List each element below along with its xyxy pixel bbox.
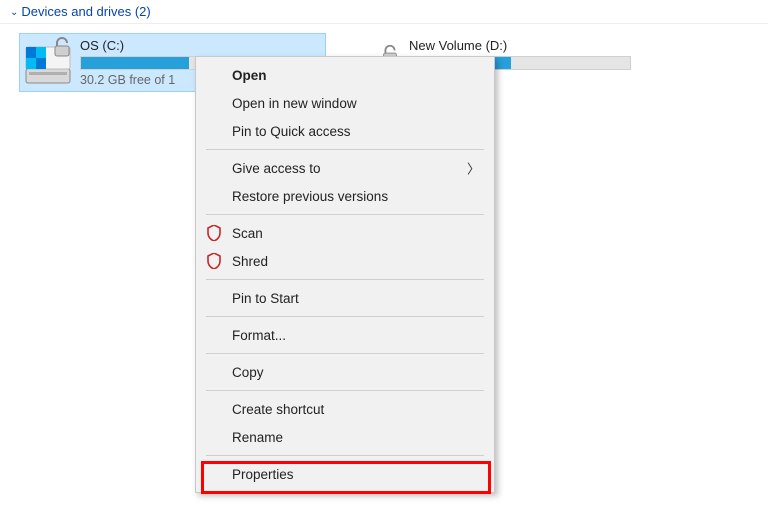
ctx-format[interactable]: Format... — [196, 321, 494, 349]
section-header[interactable]: ⌄ Devices and drives (2) — [0, 0, 768, 24]
drive-label: New Volume (D:) — [409, 38, 631, 53]
mcafee-shield-icon — [206, 225, 222, 241]
ctx-scan[interactable]: Scan — [196, 219, 494, 247]
lock-open-icon — [50, 35, 74, 59]
separator — [206, 353, 484, 354]
section-title: Devices and drives (2) — [21, 4, 150, 19]
context-menu: Open Open in new window Pin to Quick acc… — [195, 56, 495, 493]
ctx-give-access-to[interactable]: Give access to 〉 — [196, 154, 494, 182]
ctx-copy[interactable]: Copy — [196, 358, 494, 386]
ctx-open-new-window[interactable]: Open in new window — [196, 89, 494, 117]
ctx-properties[interactable]: Properties — [196, 460, 494, 488]
separator — [206, 455, 484, 456]
separator — [206, 316, 484, 317]
drive-label: OS (C:) — [80, 38, 321, 53]
ctx-open[interactable]: Open — [196, 61, 494, 89]
separator — [206, 149, 484, 150]
mcafee-shield-icon — [206, 253, 222, 269]
ctx-restore-previous-versions[interactable]: Restore previous versions — [196, 182, 494, 210]
separator — [206, 390, 484, 391]
chevron-down-icon: ⌄ — [10, 7, 18, 18]
ctx-create-shortcut[interactable]: Create shortcut — [196, 395, 494, 423]
separator — [206, 279, 484, 280]
separator — [206, 214, 484, 215]
ctx-pin-to-start[interactable]: Pin to Start — [196, 284, 494, 312]
ctx-rename[interactable]: Rename — [196, 423, 494, 451]
ctx-pin-quick-access[interactable]: Pin to Quick access — [196, 117, 494, 145]
chevron-right-icon: 〉 — [467, 159, 480, 178]
drive-icon — [24, 39, 72, 87]
ctx-shred[interactable]: Shred — [196, 247, 494, 275]
